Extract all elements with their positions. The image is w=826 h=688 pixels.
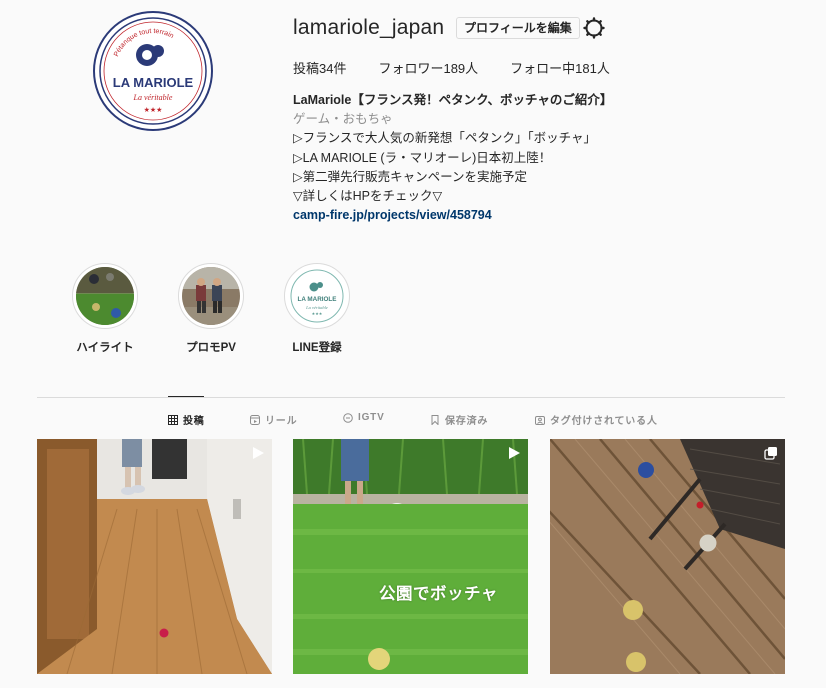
tagged-icon	[535, 415, 545, 425]
highlight-thumbnail	[182, 267, 240, 325]
highlight-thumbnail: LA MARIOLE La véritable ★★★	[288, 267, 346, 325]
highlight-thumbnail	[76, 267, 134, 325]
following-count[interactable]: フォロー中181人	[510, 58, 610, 77]
la-mariole-logo: Pétanque tout terrain LA MARIOLE La véri…	[99, 17, 207, 125]
tab-reels[interactable]: リール	[250, 412, 297, 427]
post-image	[293, 439, 528, 674]
tab-tagged[interactable]: タグ付けされている人	[535, 412, 658, 427]
play-icon	[253, 447, 264, 459]
carousel-icon	[764, 447, 777, 460]
igtv-icon	[343, 412, 353, 423]
post-overlay-text: 公園でボッチャ	[379, 585, 498, 603]
tabs-divider	[37, 397, 785, 398]
profile-avatar[interactable]: Pétanque tout terrain LA MARIOLE La véri…	[93, 11, 213, 131]
tab-saved[interactable]: 保存済み	[430, 412, 488, 427]
highlight-label: プロモPV	[186, 342, 236, 354]
bio-line: ▷LA MARIOLE (ラ・マリオーレ)日本初上陸！	[293, 150, 552, 165]
bio-line: ▷フランスで大人気の新発想「ペタンク」「ボッチャ」	[293, 131, 596, 146]
highlight-item[interactable]: LA MARIOLE La véritable ★★★ LINE登録	[284, 263, 350, 354]
tab-label: 投稿	[183, 416, 205, 427]
bio-name: LaMariole【フランス発！ペタンク、ボッチャのご紹介】	[293, 93, 613, 107]
avatar-brand-text: LA MARIOLE	[113, 75, 194, 90]
profile-username: lamariole_japan	[293, 16, 445, 39]
tab-label: IGTV	[358, 412, 385, 423]
highlight-item[interactable]: プロモPV	[178, 263, 244, 354]
highlight-logo-text: LA MARIOLE	[298, 296, 337, 303]
posts-count: 投稿34件	[293, 61, 347, 76]
svg-text:★★★: ★★★	[312, 311, 323, 316]
post-image	[37, 439, 272, 674]
tab-label: タグ付けされている人	[550, 416, 658, 427]
profile-stats: 投稿34件 フォロワー189人 フォロー中181人	[293, 58, 642, 77]
tab-label: 保存済み	[445, 416, 489, 427]
bio-line: ▽詳しくはHPをチェック▽	[293, 189, 443, 204]
gear-icon[interactable]	[582, 16, 606, 40]
avatar-tagline-text: La véritable	[133, 93, 173, 102]
svg-text:★★★: ★★★	[144, 106, 163, 114]
highlight-label: ハイライト	[76, 342, 134, 354]
play-icon	[509, 447, 520, 459]
active-tab-indicator	[168, 396, 204, 397]
reels-icon	[250, 414, 260, 425]
tab-igtv[interactable]: IGTV	[343, 412, 385, 423]
post-thumbnail[interactable]: 公園でボッチャ	[293, 439, 528, 674]
post-thumbnail[interactable]	[37, 439, 272, 674]
post-image	[550, 439, 785, 674]
followers-count[interactable]: フォロワー189人	[378, 58, 478, 77]
highlight-label: LINE登録	[292, 342, 342, 354]
highlight-logo-tagline: La véritable	[305, 305, 328, 310]
tab-posts[interactable]: 投稿	[168, 412, 205, 427]
profile-tabs: 投稿 リール IGTV 保存済み タグ付けされている人	[0, 412, 826, 427]
edit-profile-button[interactable]: プロフィールを編集	[456, 17, 580, 39]
bio-link[interactable]: camp-fire.jp/projects/view/458794	[293, 206, 713, 225]
bio-category: ゲーム・おもちゃ	[293, 112, 393, 127]
highlight-item[interactable]: ハイライト	[72, 263, 138, 354]
profile-bio: LaMariole【フランス発！ペタンク、ボッチャのご紹介】 ゲーム・おもちゃ …	[293, 91, 713, 225]
grid-icon	[168, 414, 178, 425]
tab-label: リール	[265, 416, 298, 427]
post-thumbnail[interactable]	[550, 439, 785, 674]
bookmark-icon	[431, 414, 439, 425]
bio-line: ▷第二弾先行販売キャンペーンを実施予定	[293, 169, 527, 184]
